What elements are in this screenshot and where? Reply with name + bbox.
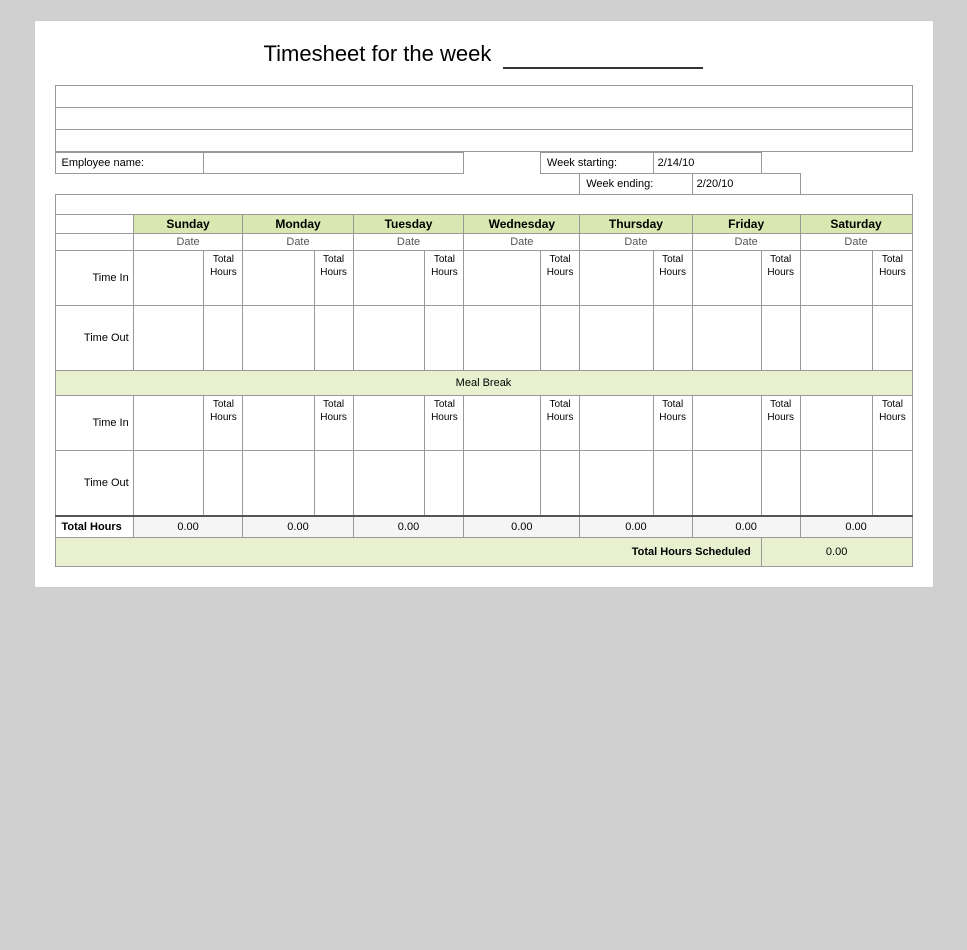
time-out-tuesday-2[interactable] — [353, 451, 425, 516]
date-friday: Date — [692, 234, 800, 251]
time-out-wednesday-2[interactable] — [464, 451, 540, 516]
day-thursday: Thursday — [580, 215, 692, 234]
time-in-thursday-1[interactable] — [580, 251, 653, 306]
total-hours-thursday-2: Total Hours — [653, 396, 692, 451]
total-hours-tuesday-1: Total Hours — [425, 251, 464, 306]
total-thursday: 0.00 — [580, 516, 692, 538]
employee-info-row: Employee name: Week starting: 2/14/10 — [55, 153, 912, 174]
total-wednesday: 0.00 — [464, 516, 580, 538]
scheduled-label: Total Hours Scheduled — [55, 537, 761, 566]
page-title: Timesheet for the week — [55, 41, 913, 75]
time-out-row-1: Time Out — [55, 306, 912, 371]
total-hours-friday-2: Total Hours — [761, 396, 800, 451]
total-monday: 0.00 — [243, 516, 353, 538]
day-saturday: Saturday — [800, 215, 912, 234]
time-out-thursday-2[interactable] — [580, 451, 653, 516]
total-hours-wednesday-1: Total Hours — [540, 251, 579, 306]
time-out-thursday-1[interactable] — [580, 306, 653, 371]
day-wednesday: Wednesday — [464, 215, 580, 234]
time-out-monday-2[interactable] — [243, 451, 314, 516]
week-ending-value: 2/20/10 — [692, 174, 800, 195]
total-hours-row: Total Hours 0.00 0.00 0.00 0.00 0.00 0.0… — [55, 516, 912, 538]
day-monday: Monday — [243, 215, 353, 234]
week-starting-label: Week starting: — [540, 153, 653, 174]
total-hours-saturday-2: Total Hours — [873, 396, 912, 451]
time-in-tuesday-1[interactable] — [353, 251, 425, 306]
date-sunday: Date — [133, 234, 243, 251]
total-sunday: 0.00 — [133, 516, 243, 538]
time-out-saturday-2[interactable] — [800, 451, 873, 516]
time-out-row-2: Time Out — [55, 451, 912, 516]
total-hours-thursday-1: Total Hours — [653, 251, 692, 306]
spacer-row — [55, 195, 912, 215]
total-friday: 0.00 — [692, 516, 800, 538]
time-out-saturday-1[interactable] — [800, 306, 873, 371]
top-empty-row-3 — [55, 130, 912, 152]
time-out-sunday-1[interactable] — [133, 306, 204, 371]
day-friday: Friday — [692, 215, 800, 234]
time-in-row-1: Time In Total Hours Total Hours Total Ho… — [55, 251, 912, 306]
date-wednesday: Date — [464, 234, 580, 251]
time-in-tuesday-2[interactable] — [353, 396, 425, 451]
time-in-wednesday-1[interactable] — [464, 251, 540, 306]
page: Timesheet for the week Employee name: We… — [34, 20, 934, 588]
timesheet-table: Employee name: Week starting: 2/14/10 We… — [55, 152, 913, 567]
date-monday: Date — [243, 234, 353, 251]
time-in-row-2: Time In Total Hours Total Hours Total Ho… — [55, 396, 912, 451]
time-out-monday-1[interactable] — [243, 306, 314, 371]
time-in-monday-1[interactable] — [243, 251, 314, 306]
time-out-friday-2[interactable] — [692, 451, 761, 516]
day-sunday: Sunday — [133, 215, 243, 234]
time-out-sunday-2[interactable] — [133, 451, 204, 516]
time-out-wednesday-1[interactable] — [464, 306, 540, 371]
total-hours-saturday-1: Total Hours — [873, 251, 912, 306]
time-in-saturday-2[interactable] — [800, 396, 873, 451]
total-tuesday: 0.00 — [353, 516, 464, 538]
time-in-label-1: Time In — [55, 251, 133, 306]
time-in-thursday-2[interactable] — [580, 396, 653, 451]
scheduled-value: 0.00 — [761, 537, 912, 566]
total-hours-friday-1: Total Hours — [761, 251, 800, 306]
top-empty-row-2 — [55, 108, 912, 130]
day-headers-row: Sunday Monday Tuesday Wednesday Thursday… — [55, 215, 912, 234]
time-in-label-2: Time In — [55, 396, 133, 451]
time-out-label-2: Time Out — [55, 451, 133, 516]
meal-break-label: Meal Break — [55, 371, 912, 396]
time-out-tuesday-1[interactable] — [353, 306, 425, 371]
time-in-sunday-1[interactable] — [133, 251, 204, 306]
week-starting-value: 2/14/10 — [653, 153, 761, 174]
total-saturday: 0.00 — [800, 516, 912, 538]
date-tuesday: Date — [353, 234, 464, 251]
time-in-friday-2[interactable] — [692, 396, 761, 451]
meal-break-row: Meal Break — [55, 371, 912, 396]
time-in-friday-1[interactable] — [692, 251, 761, 306]
date-row: Date Date Date Date Date Date Date — [55, 234, 912, 251]
employee-label: Employee name: — [55, 153, 204, 174]
time-in-sunday-2[interactable] — [133, 396, 204, 451]
date-saturday: Date — [800, 234, 912, 251]
time-in-saturday-1[interactable] — [800, 251, 873, 306]
total-hours-sunday-1: Total Hours — [204, 251, 243, 306]
time-out-friday-1[interactable] — [692, 306, 761, 371]
total-hours-sunday-2: Total Hours — [204, 396, 243, 451]
time-in-monday-2[interactable] — [243, 396, 314, 451]
time-out-label-1: Time Out — [55, 306, 133, 371]
top-empty-row-1 — [55, 86, 912, 108]
total-scheduled-row: Total Hours Scheduled 0.00 — [55, 537, 912, 566]
total-hours-wednesday-2: Total Hours — [540, 396, 579, 451]
time-in-wednesday-2[interactable] — [464, 396, 540, 451]
date-thursday: Date — [580, 234, 692, 251]
day-tuesday: Tuesday — [353, 215, 464, 234]
total-hours-monday-2: Total Hours — [314, 396, 353, 451]
week-ending-row: Week ending: 2/20/10 — [55, 174, 912, 195]
total-hours-row-label: Total Hours — [55, 516, 133, 538]
title-underline — [503, 41, 703, 69]
week-ending-label: Week ending: — [580, 174, 692, 195]
employee-name-field[interactable] — [204, 153, 464, 174]
total-hours-tuesday-2: Total Hours — [425, 396, 464, 451]
total-hours-monday-1: Total Hours — [314, 251, 353, 306]
